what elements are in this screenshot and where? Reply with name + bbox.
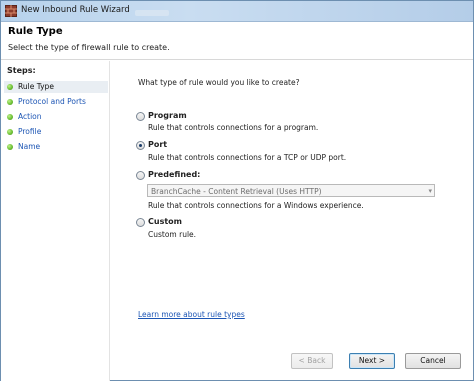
step-label: Rule Type <box>18 82 54 91</box>
step-bullet-icon <box>7 144 13 150</box>
program-option-label[interactable]: Program <box>148 111 187 120</box>
step-protocol-and-ports[interactable]: Protocol and Ports <box>4 96 108 108</box>
page-header: Rule Type Select the type of firewall ru… <box>1 23 473 60</box>
learn-more-link[interactable]: Learn more about rule types <box>138 310 245 319</box>
title-ghost-text <box>135 10 169 16</box>
program-radio[interactable] <box>136 112 145 121</box>
program-option-description: Rule that controls connections for a pro… <box>148 123 319 132</box>
wizard-window: New Inbound Rule Wizard Rule Type Select… <box>0 0 474 381</box>
steps-title: Steps: <box>7 66 36 75</box>
step-bullet-icon <box>7 99 13 105</box>
cancel-button[interactable]: Cancel <box>405 353 461 369</box>
port-radio[interactable] <box>136 141 145 150</box>
step-name[interactable]: Name <box>4 141 108 153</box>
next-button[interactable]: Next > <box>349 353 395 369</box>
step-profile[interactable]: Profile <box>4 126 108 138</box>
window-title: New Inbound Rule Wizard <box>21 5 130 15</box>
step-bullet-icon <box>7 114 13 120</box>
port-option-label[interactable]: Port <box>148 140 167 149</box>
custom-option-description: Custom rule. <box>148 230 197 239</box>
predefined-option-label[interactable]: Predefined: <box>148 170 200 179</box>
predefined-select[interactable]: BranchCache - Content Retrieval (Uses HT… <box>147 184 435 197</box>
page-title: Rule Type <box>8 26 63 37</box>
firewall-icon <box>5 5 17 17</box>
custom-radio[interactable] <box>136 218 145 227</box>
back-button[interactable]: < Back <box>291 353 333 369</box>
step-label[interactable]: Name <box>18 142 40 151</box>
port-option-description: Rule that controls connections for a TCP… <box>148 153 347 162</box>
step-bullet-icon <box>7 84 13 90</box>
predefined-select-value: BranchCache - Content Retrieval (Uses HT… <box>151 187 322 196</box>
rule-type-question: What type of rule would you like to crea… <box>138 78 300 87</box>
chevron-down-icon: ▾ <box>428 187 432 195</box>
step-action[interactable]: Action <box>4 111 108 123</box>
page-subtitle: Select the type of firewall rule to crea… <box>8 43 170 52</box>
steps-panel: Steps: Rule Type Protocol and Ports Acti… <box>1 61 110 381</box>
wizard-footer: < Back Next > Cancel <box>111 342 473 380</box>
step-label[interactable]: Profile <box>18 127 41 136</box>
main-content: What type of rule would you like to crea… <box>111 61 473 341</box>
predefined-option-description: Rule that controls connections for a Win… <box>148 201 364 210</box>
step-label[interactable]: Action <box>18 112 42 121</box>
step-bullet-icon <box>7 129 13 135</box>
custom-option-label[interactable]: Custom <box>148 217 182 226</box>
step-rule-type[interactable]: Rule Type <box>4 81 108 93</box>
step-label[interactable]: Protocol and Ports <box>18 97 86 106</box>
title-bar[interactable]: New Inbound Rule Wizard <box>1 1 473 22</box>
predefined-radio[interactable] <box>136 171 145 180</box>
